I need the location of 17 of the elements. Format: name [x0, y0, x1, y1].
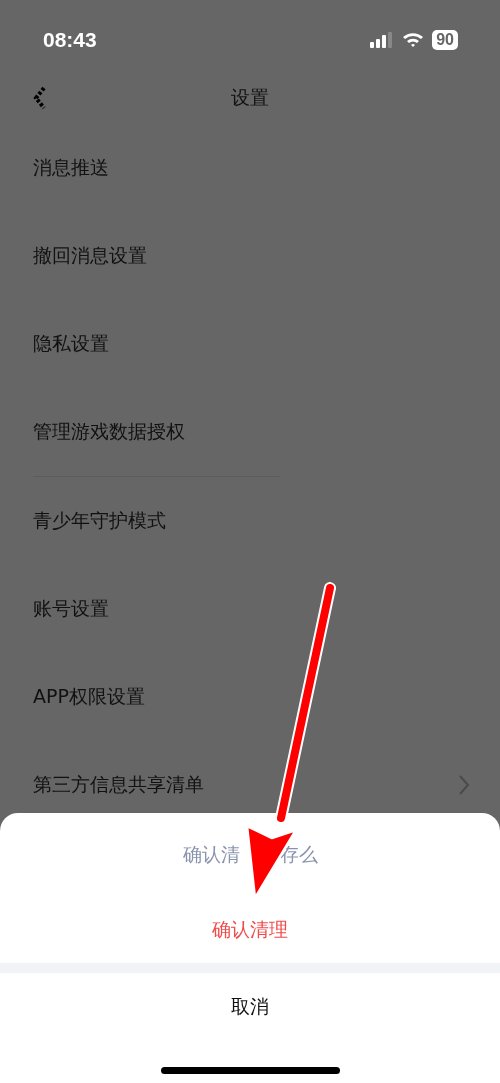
settings-item[interactable]: 隐私设置 — [33, 331, 109, 357]
settings-item[interactable]: 管理游戏数据授权 — [33, 419, 185, 445]
settings-item[interactable]: 青少年守护模式 — [33, 508, 166, 534]
settings-item[interactable]: 第三方信息共享清单 — [33, 772, 204, 798]
settings-item[interactable]: 撤回消息设置 — [33, 243, 147, 269]
cancel-button[interactable]: 取消 — [221, 990, 279, 1024]
page-title: 设置 — [231, 85, 269, 110]
wifi-icon — [402, 32, 425, 48]
back-icon[interactable] — [32, 86, 46, 110]
battery-level: 90 — [432, 30, 458, 50]
confirm-button[interactable]: 确认清理 — [202, 913, 298, 947]
status-time: 08:43 — [43, 28, 97, 52]
settings-item[interactable]: 消息推送 — [33, 155, 109, 181]
signal-icon — [370, 32, 395, 48]
settings-item[interactable]: 账号设置 — [33, 596, 109, 622]
settings-item[interactable]: APP权限设置 — [33, 684, 145, 710]
sheet-title: 确认清 — [182, 842, 240, 867]
